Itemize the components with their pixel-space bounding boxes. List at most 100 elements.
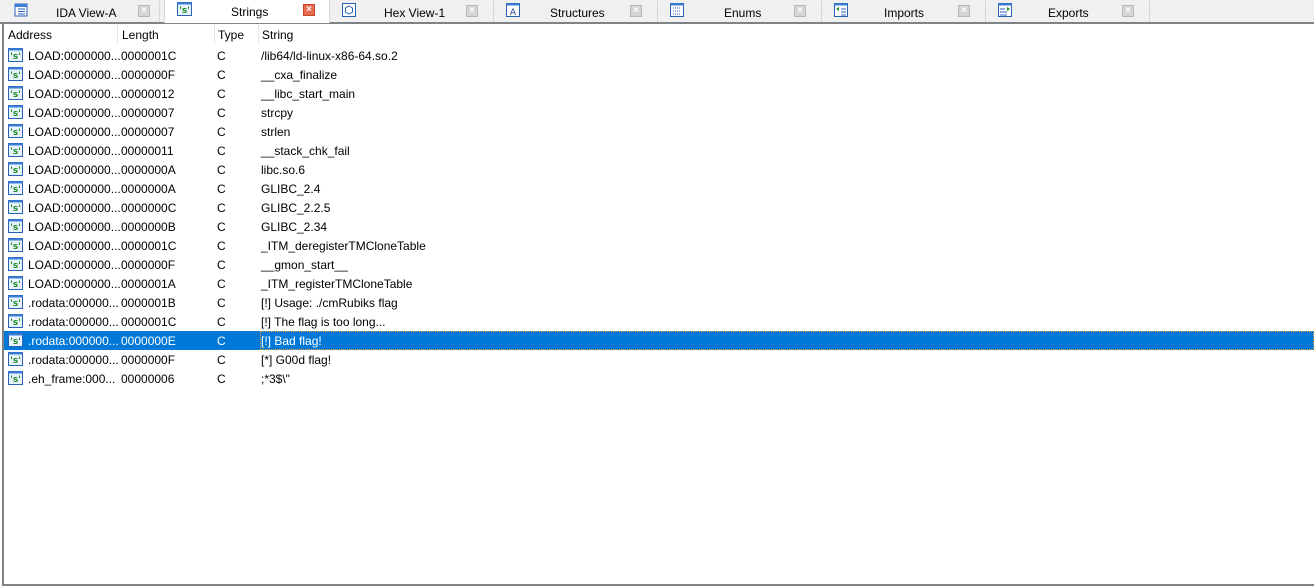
svg-text:'s': 's' [10,375,21,385]
cell-length: 0000001C [121,239,177,253]
cell-type: C [217,296,226,310]
tab-bar: IDA View-A × 's' Strings × Hex View-1 × A Struct… [0,0,1314,24]
cell-type: C [217,315,226,329]
cell-string: [*] G00d flag! [261,353,332,367]
svg-text:'s': 's' [10,166,21,176]
close-tab-icon[interactable]: × [958,5,970,17]
svg-text:'s': 's' [10,356,21,366]
cell-address: LOAD:0000000... [28,182,121,196]
exports-icon [998,3,1012,17]
cell-length: 00000006 [121,372,175,386]
cell-type: C [217,125,226,139]
cell-address: LOAD:0000000... [28,220,121,234]
string-icon: 's' [8,257,23,271]
string-icon: 's' [8,295,23,309]
table-row[interactable]: 's' LOAD:0000000... 00000012 C __libc_start_… [4,84,1314,103]
svg-text:'s': 's' [10,318,21,328]
close-tab-icon[interactable]: × [794,5,806,17]
cell-string: __cxa_finalize [261,68,338,82]
table-row[interactable]: 's' LOAD:0000000... 00000011 C __stack_chk_f… [4,141,1314,160]
close-tab-icon[interactable]: × [466,5,478,17]
cell-string: [!] The flag is too long... [261,315,386,329]
cell-string: strcpy [261,106,294,120]
tab-label: IDA View-A [56,6,117,20]
column-header-address[interactable]: Address [8,28,52,42]
cell-length: 00000012 [121,87,175,101]
cell-string: _ITM_deregisterTMCloneTable [261,239,426,253]
tab-hex-view-1[interactable]: Hex View-1 × [330,1,494,22]
cell-address: .rodata:000000... [28,334,119,348]
svg-text:'s': 's' [10,90,21,100]
cell-type: C [217,372,226,386]
tab-label: Imports [884,6,925,20]
cell-string: ;*3$\" [261,372,290,386]
table-row[interactable]: 's' LOAD:0000000... 0000000C C GLIBC_2.2.5 [4,198,1314,217]
column-header-length[interactable]: Length [122,28,159,42]
cell-address: .rodata:000000... [28,353,119,367]
table-row[interactable]: 's' LOAD:0000000... 0000000A C GLIBC_2.4 [4,179,1314,198]
column-divider[interactable] [258,24,259,44]
cell-address: LOAD:0000000... [28,106,121,120]
cell-address: LOAD:0000000... [28,125,121,139]
svg-text:'s': 's' [10,109,21,119]
cell-length: 0000001C [121,49,177,63]
cell-address: LOAD:0000000... [28,68,121,82]
table-row[interactable]: 's' LOAD:0000000... 0000001A C _ITM_register… [4,274,1314,293]
table-row[interactable]: 's' LOAD:0000000... 0000000B C GLIBC_2.34 [4,217,1314,236]
table-row[interactable]: 's' .rodata:000000... 0000001B C [!] Usage: … [4,293,1314,312]
tab-label: Hex View-1 [384,6,446,20]
cell-length: 0000000A [121,182,176,196]
cell-type: C [217,182,226,196]
tab-strings[interactable]: 's' Strings × [164,0,330,23]
table-row[interactable]: 's' .rodata:000000... 0000001C C [!] The fla… [4,312,1314,331]
table-row[interactable]: 's' LOAD:0000000... 0000001C C _ITM_deregist… [4,236,1314,255]
table-row[interactable]: 's' LOAD:0000000... 0000000F C __gmon_start_… [4,255,1314,274]
hex-view-icon [342,3,356,17]
tab-structures[interactable]: A Structures × [494,1,658,22]
tab-label: Exports [1048,6,1089,20]
column-header-string[interactable]: String [262,28,293,42]
cell-type: C [217,144,226,158]
table-row[interactable]: 's' .rodata:000000... 0000000E C [!] Bad fla… [4,331,1314,350]
close-tab-icon[interactable]: × [303,4,315,16]
svg-text:'s': 's' [10,185,21,195]
column-divider[interactable] [214,24,215,44]
cell-string: /lib64/ld-linux-x86-64.so.2 [261,49,398,63]
close-tab-icon[interactable]: × [138,5,150,17]
table-row[interactable]: 's' LOAD:0000000... 0000000A Clibc.so.6 [4,160,1314,179]
cell-length: 0000001B [121,296,176,310]
cell-string: __libc_start_main [261,87,356,101]
cell-string: __stack_chk_fail [261,144,350,158]
tab-ida-view-a[interactable]: IDA View-A × [2,1,160,22]
table-row[interactable]: 's' .rodata:000000... 0000000F C [*] G00d fl… [4,350,1314,369]
string-icon: 's' [8,238,23,252]
string-icon: 's' [8,352,23,366]
column-divider[interactable] [117,24,118,44]
string-icon: 's' [8,143,23,157]
table-row[interactable]: 's' LOAD:0000000... 00000007 Cstrlen [4,122,1314,141]
close-tab-icon[interactable]: × [630,5,642,17]
cell-type: C [217,220,226,234]
string-icon: 's' [8,124,23,138]
strings-panel: Address Length Type String 's' LOAD:00000… [2,24,1314,586]
svg-text:'s': 's' [10,280,21,290]
cell-length: 0000000C [121,201,177,215]
enums-icon [670,3,684,17]
table-row[interactable]: 's' .eh_frame:000... 00000006 C ;*3$\" [4,369,1314,388]
table-row[interactable]: 's' LOAD:0000000... 0000001C C/lib64/ld-lin… [4,46,1314,65]
svg-text:'s': 's' [10,261,21,271]
svg-text:'s': 's' [179,6,190,16]
table-row[interactable]: 's' LOAD:0000000... 0000000F C __cxa_finaliz… [4,65,1314,84]
tab-label: Strings [231,5,269,19]
tab-enums[interactable]: Enums × [658,1,822,22]
table-row[interactable]: 's' LOAD:0000000... 00000007 Cstrcpy [4,103,1314,122]
tab-exports[interactable]: Exports × [986,1,1150,22]
cell-length: 0000001A [121,277,176,291]
tab-imports[interactable]: Imports × [822,1,986,22]
close-tab-icon[interactable]: × [1122,5,1134,17]
svg-text:'s': 's' [10,299,21,309]
cell-length: 0000000F [121,68,176,82]
svg-text:'s': 's' [10,147,21,157]
column-header-type[interactable]: Type [218,28,244,42]
cell-type: C [217,87,226,101]
